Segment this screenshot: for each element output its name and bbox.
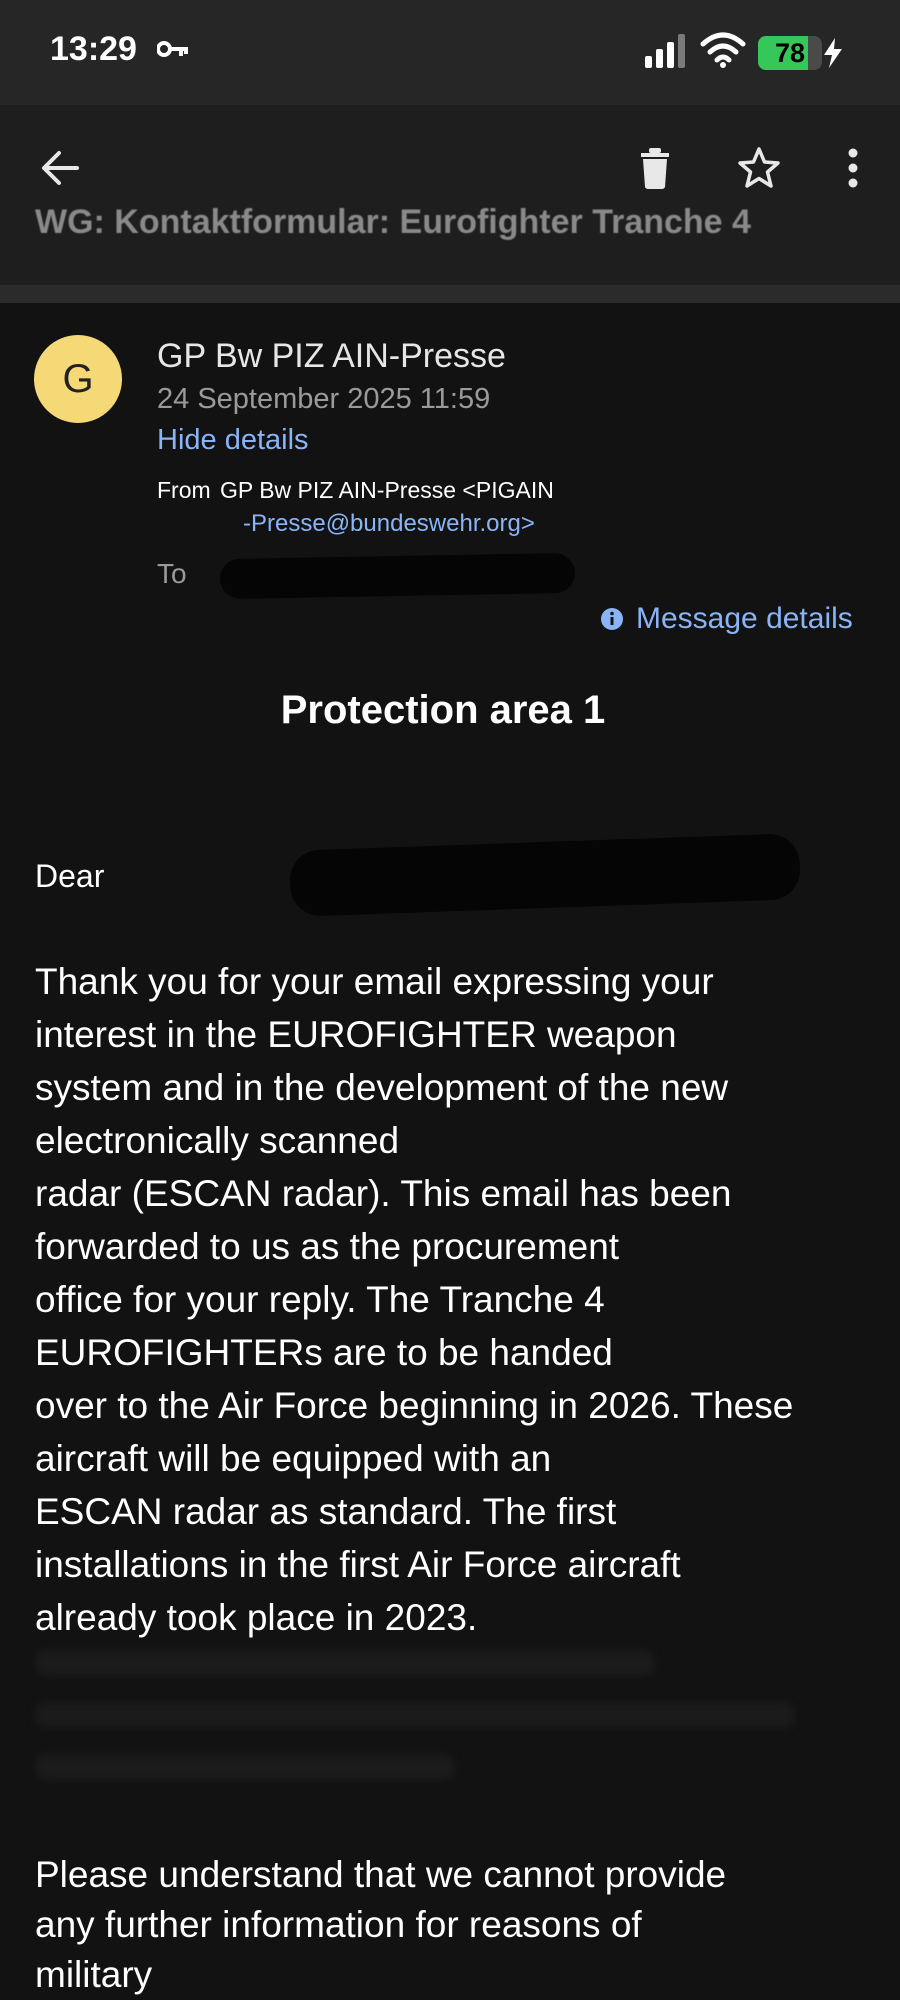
battery-icon: 78 xyxy=(758,36,822,70)
body-line: system and in the development of the new xyxy=(35,1067,729,1108)
delete-button[interactable] xyxy=(620,133,690,203)
closing-paragraph: Please understand that we cannot provide… xyxy=(35,1850,825,2000)
obscured-line xyxy=(35,1702,795,1728)
status-bar: 13:29 78 xyxy=(0,0,900,105)
obscured-text-block xyxy=(35,1650,815,1810)
protection-area-title: Protection area 1 xyxy=(280,688,606,732)
redacted-recipient xyxy=(219,552,576,600)
charging-bolt-icon xyxy=(822,38,844,73)
trash-icon xyxy=(641,148,669,189)
battery-level-text: 78 xyxy=(774,38,806,68)
star-button[interactable] xyxy=(724,133,794,203)
more-options-button[interactable] xyxy=(818,133,888,203)
body-line: office for your reply. The Tranche 4 xyxy=(35,1279,605,1320)
closing-line: Please understand that we cannot provide xyxy=(35,1854,727,1895)
redacted-name xyxy=(289,833,801,917)
obscured-line xyxy=(35,1650,655,1676)
more-vert-icon xyxy=(848,148,858,188)
body-line: aircraft will be equipped with an xyxy=(35,1438,552,1479)
email-date: 24 September 2025 11:59 xyxy=(157,383,491,415)
from-label: From xyxy=(157,477,211,503)
hide-details-link[interactable]: Hide details xyxy=(157,424,309,457)
body-line: already took place in 2023. xyxy=(35,1597,478,1638)
body-line: radar (ESCAN radar). This email has been xyxy=(35,1173,732,1214)
closing-line: military xyxy=(35,1954,153,1995)
status-time: 13:29 xyxy=(50,30,137,68)
email-body: Thank you for your email expressing your… xyxy=(35,955,825,1644)
back-arrow-icon xyxy=(42,151,79,185)
back-button[interactable] xyxy=(25,133,95,203)
header-divider xyxy=(0,285,900,303)
body-line: forwarded to us as the procurement xyxy=(35,1226,620,1267)
body-line: installations in the first Air Force air… xyxy=(35,1544,681,1585)
message-details-label: Message details xyxy=(636,602,853,635)
greeting: Dear xyxy=(35,858,105,894)
closing-line: any further information for reasons of xyxy=(35,1904,642,1945)
body-line: interest in the EUROFIGHTER weapon xyxy=(35,1014,677,1055)
sender-name: GP Bw PIZ AIN-Presse xyxy=(157,337,506,375)
subject-strip: WG: Kontaktformular: Eurofighter Tranche… xyxy=(0,205,900,285)
body-line: ESCAN radar as standard. The first xyxy=(35,1491,617,1532)
signal-icon xyxy=(645,34,689,73)
body-line: over to the Air Force beginning in 2026.… xyxy=(35,1385,794,1426)
key-icon xyxy=(156,40,189,63)
star-icon xyxy=(738,147,780,188)
body-line: Thank you for your email expressing your xyxy=(35,961,714,1002)
email-subject: WG: Kontaktformular: Eurofighter Tranche… xyxy=(35,205,751,241)
avatar[interactable]: G xyxy=(34,335,122,423)
body-line: EUROFIGHTERs are to be handed xyxy=(35,1332,613,1373)
message-details-link[interactable]: Message details xyxy=(600,602,853,636)
from-email[interactable]: -Presse@bundeswehr.org> xyxy=(243,510,535,538)
from-name: GP Bw PIZ AIN-Presse <PIGAIN xyxy=(220,477,554,503)
to-label: To xyxy=(157,558,187,589)
obscured-line xyxy=(35,1754,455,1780)
wifi-icon xyxy=(700,32,746,73)
info-icon xyxy=(601,608,623,630)
body-line: electronically scanned xyxy=(35,1120,400,1161)
